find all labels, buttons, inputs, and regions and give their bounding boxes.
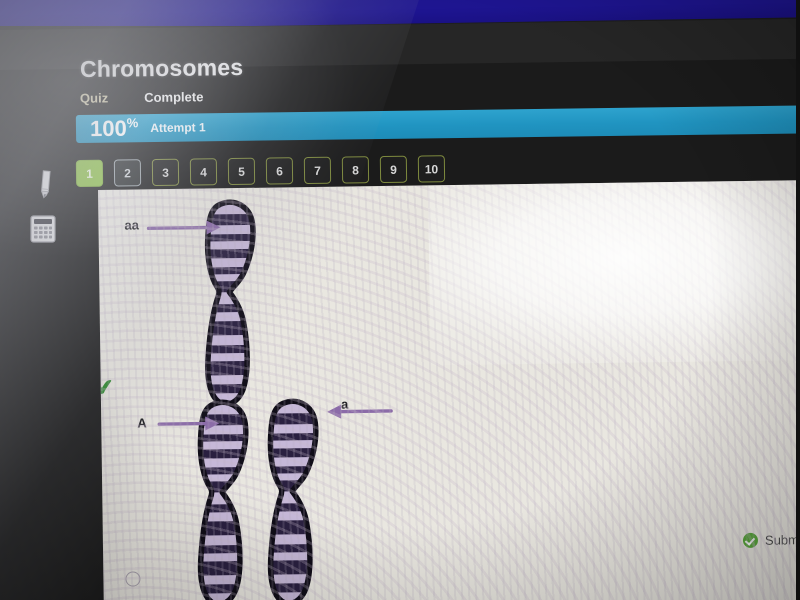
calculator-tool[interactable]: [28, 214, 58, 244]
annotation-arrows: [146, 220, 393, 431]
page-button-10[interactable]: 10: [417, 155, 446, 183]
question-content-panel: aa A a ✔ Submitted: [98, 179, 800, 600]
arrow-aa-line: [146, 225, 213, 230]
label-aa: aa: [124, 217, 140, 233]
score-percent-value: 100: [89, 115, 127, 142]
activity-type-label: Quiz: [79, 90, 109, 106]
score-percent: 100%: [89, 115, 139, 142]
chromosome-diagram-svg: [146, 199, 393, 600]
arrow-a-head: [327, 404, 342, 419]
label-A: A: [137, 415, 147, 431]
submitted-status: Submitted: [742, 531, 800, 549]
arrow-A-line: [157, 421, 211, 426]
activity-meta-row: Quiz Complete: [80, 89, 204, 106]
page-button-2[interactable]: 2: [113, 159, 142, 187]
page-button-6[interactable]: 6: [265, 157, 294, 185]
check-circle-icon: [742, 532, 759, 549]
percent-symbol: %: [126, 115, 139, 131]
submitted-label: Submitted: [764, 531, 800, 548]
attempt-label: Attempt 1: [150, 120, 206, 136]
label-a: a: [340, 396, 349, 412]
status-badge: Complete: [144, 89, 204, 105]
question-pagination[interactable]: 1 2 3 4 5 6 7 8 9 10: [75, 155, 446, 187]
page-button-8[interactable]: 8: [341, 156, 370, 184]
page-button-9[interactable]: 9: [379, 155, 408, 184]
page-button-7[interactable]: 7: [303, 156, 332, 185]
chromosome-figure: aa A a ✔ Submitted: [98, 180, 800, 600]
page-button-5[interactable]: 5: [227, 157, 256, 186]
right-edge-shadow: [796, 0, 800, 600]
top-chromosome: [205, 201, 256, 405]
calculator-icon: [30, 215, 56, 243]
page-button-4[interactable]: 4: [189, 158, 218, 186]
page-title: Chromosomes: [79, 54, 244, 82]
correct-check-icon: ✔: [98, 373, 116, 401]
answer-radio-option[interactable]: [125, 571, 141, 587]
photographed-screen: Chromosomes Quiz Complete 100% Attempt 1…: [0, 0, 800, 600]
page-button-3[interactable]: 3: [151, 158, 180, 187]
browser-top-bar-fill: [0, 0, 800, 17]
page-button-1[interactable]: 1: [75, 159, 104, 187]
